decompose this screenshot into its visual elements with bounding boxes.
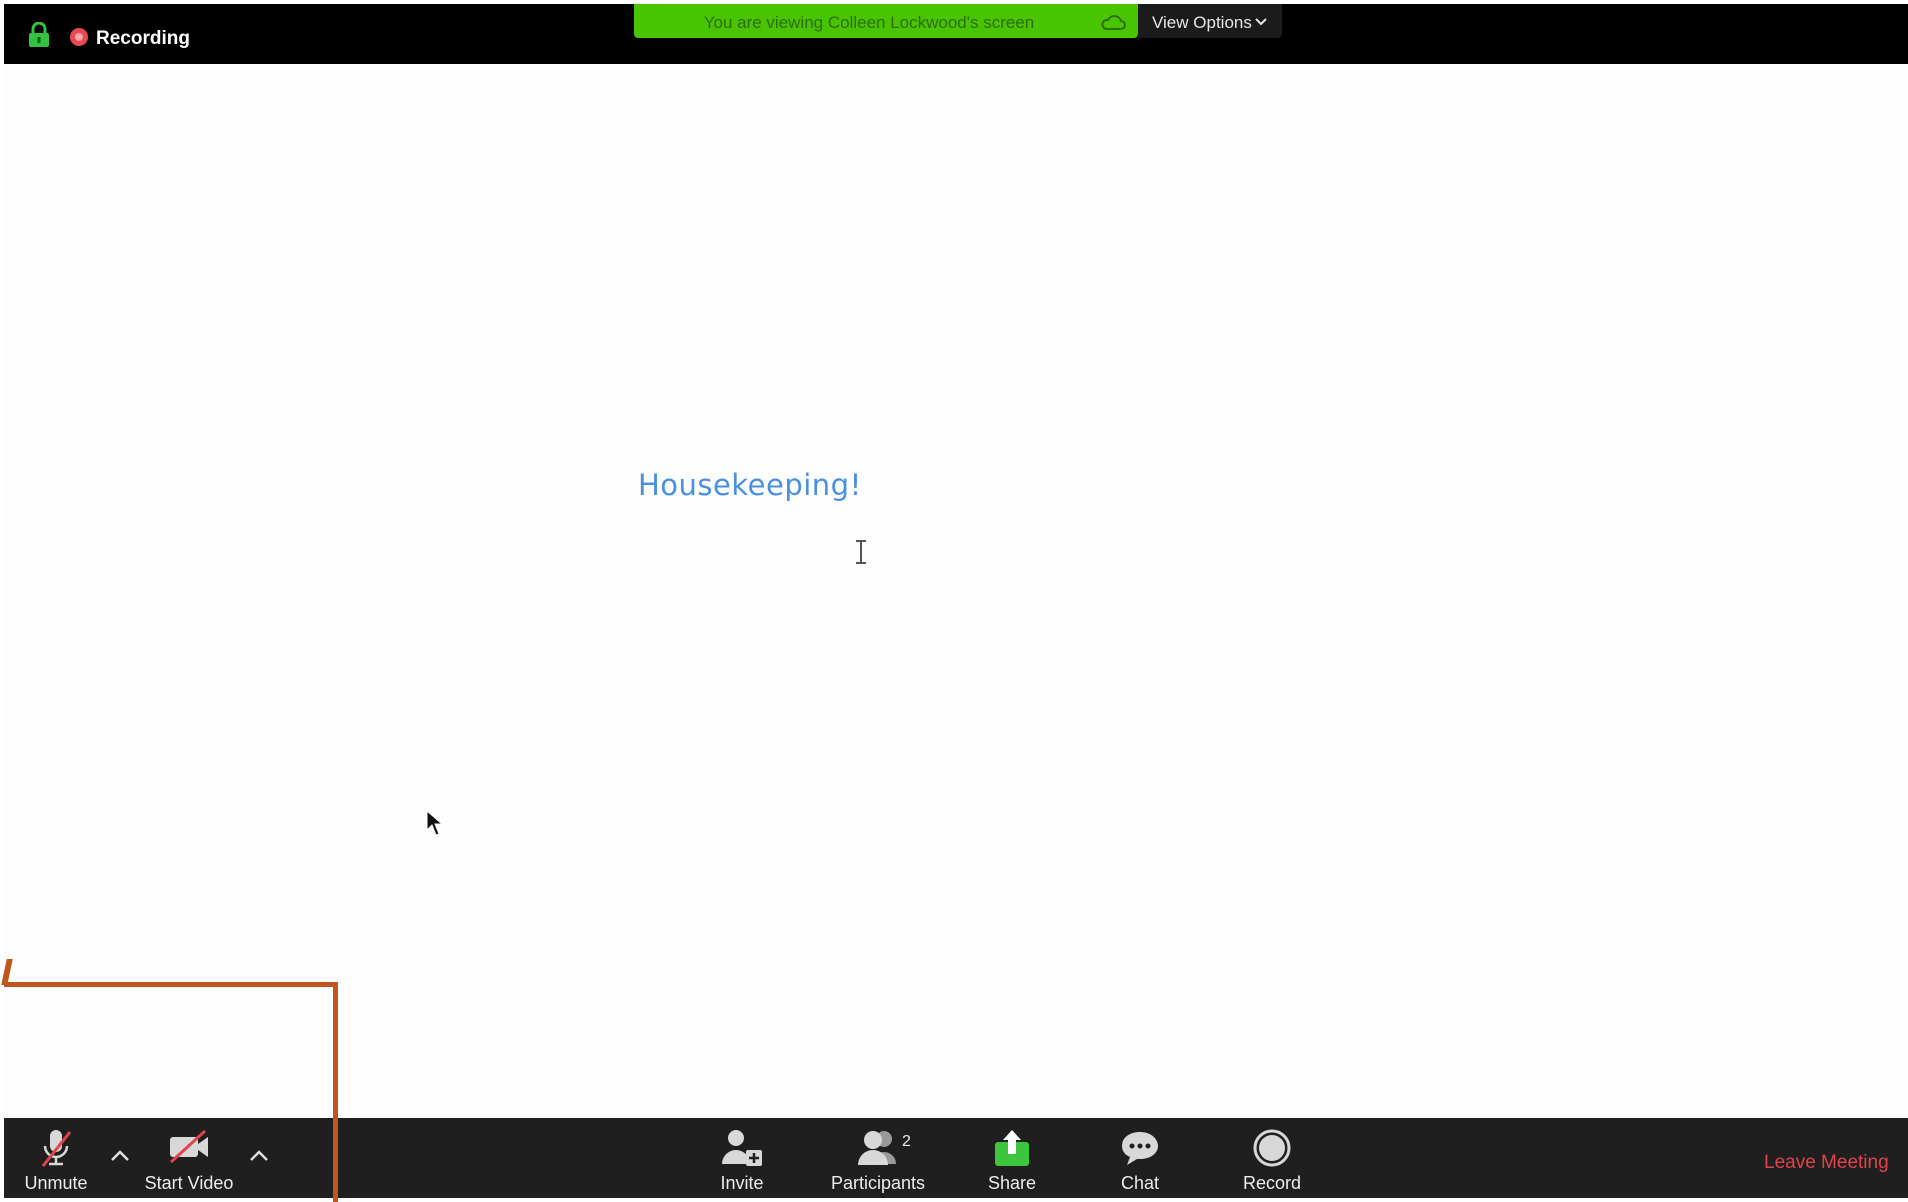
record-circle-icon bbox=[1253, 1129, 1291, 1167]
video-options-caret-up-icon[interactable] bbox=[246, 1146, 272, 1164]
chevron-down-icon bbox=[1255, 18, 1267, 26]
video-off-icon bbox=[169, 1129, 208, 1164]
annotation-highlight-tick bbox=[1, 959, 13, 985]
meeting-toolbar: Unmute Start Video Invite 2 Participants… bbox=[4, 1118, 1908, 1198]
view-options-label: View Options bbox=[1152, 13, 1252, 32]
participants-count-badge: 2 bbox=[902, 1133, 911, 1150]
shared-slide-title: Housekeeping! bbox=[638, 468, 862, 502]
meeting-window: Recording You are viewing Colleen Lockwo… bbox=[1, 4, 1908, 1202]
share-button[interactable]: Share bbox=[976, 1118, 1048, 1198]
viewing-banner: You are viewing Colleen Lockwood's scree… bbox=[634, 4, 1138, 38]
start-video-label: Start Video bbox=[144, 1173, 234, 1193]
unmute-label: Unmute bbox=[24, 1173, 88, 1193]
invite-button[interactable]: Invite bbox=[704, 1118, 780, 1198]
share-label: Share bbox=[987, 1173, 1037, 1193]
view-options-button[interactable]: View Options bbox=[1138, 4, 1282, 38]
microphone-muted-icon bbox=[41, 1130, 72, 1167]
recording-label: Recording bbox=[96, 28, 190, 49]
text-cursor-icon bbox=[856, 540, 866, 564]
leave-meeting-button[interactable]: Leave Meeting bbox=[1764, 1152, 1889, 1174]
share-upload-icon bbox=[995, 1130, 1029, 1166]
unmute-button[interactable]: Unmute bbox=[14, 1118, 98, 1198]
chat-button[interactable]: Chat bbox=[1108, 1118, 1172, 1198]
participants-label: Participants bbox=[830, 1173, 926, 1193]
record-button[interactable]: Record bbox=[1230, 1118, 1314, 1198]
top-bar: Recording You are viewing Colleen Lockwo… bbox=[4, 4, 1908, 64]
start-video-button[interactable]: Start Video bbox=[130, 1118, 248, 1198]
participants-icon bbox=[858, 1131, 896, 1165]
cloud-icon bbox=[1101, 15, 1126, 30]
record-label: Record bbox=[1242, 1173, 1302, 1193]
chat-bubble-icon bbox=[1122, 1132, 1158, 1165]
invite-label: Invite bbox=[720, 1173, 764, 1193]
add-person-icon bbox=[722, 1130, 762, 1166]
mouse-pointer-icon bbox=[426, 810, 444, 836]
viewing-banner-text: You are viewing Colleen Lockwood's scree… bbox=[703, 13, 1035, 32]
chat-label: Chat bbox=[1120, 1173, 1160, 1193]
recording-dot-icon bbox=[70, 28, 88, 46]
lock-icon[interactable] bbox=[28, 22, 50, 48]
participants-button[interactable]: 2 Participants bbox=[816, 1118, 940, 1198]
